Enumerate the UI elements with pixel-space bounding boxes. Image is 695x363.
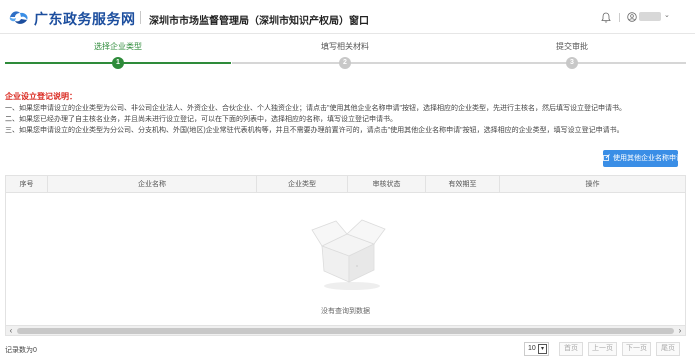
column-header-status: 审核状态 [348,176,426,193]
step-1-dot: 1 [112,57,124,69]
scroll-left-button[interactable]: ‹ [6,326,16,336]
step-progress: 选择企业类型 填写相关材料 提交审批 1 2 3 [0,35,695,73]
window-title: 深圳市市场监督管理局（深圳市知识产权局）窗口 [149,16,369,27]
prev-page-button[interactable]: 上一页 [588,342,617,356]
notice-line-2: 二、如果您已经办理了自主核名业务，并且尚未进行设立登记，可以在下面的列表中，选择… [5,116,397,123]
last-page-button[interactable]: 尾页 [656,342,680,356]
chevron-down-icon: ▾ [538,344,547,354]
step-2-dot: 2 [339,57,351,69]
edit-icon [603,154,610,161]
column-header-type: 企业类型 [257,176,348,193]
chevron-down-icon[interactable]: ⌄ [664,11,670,19]
table-header: 序号 企业名称 企业类型 审核状态 有效期至 操作 [6,176,685,193]
user-name-redacted[interactable] [639,12,661,21]
bell-icon[interactable] [601,12,611,23]
page-size-select[interactable]: 10 ▾ [524,342,549,356]
notice-title: 企业设立登记说明： [5,92,77,101]
page-size-value: 10 [528,345,536,352]
column-header-actions: 操作 [585,181,600,188]
app-header: 广东政务服务网 深圳市市场监督管理局（深圳市知识产权局）窗口 ⌄ [0,0,695,34]
empty-box-illustration [311,219,386,290]
step-2-label: 填写相关材料 [321,42,369,51]
horizontal-scrollbar[interactable]: ‹ › [6,325,685,335]
scrollbar-thumb[interactable] [17,328,674,334]
header-divider [140,11,141,24]
notice-line-3: 三、如果您申请设立的企业类型为分公司、分支机构、外国(地区)企业常驻代表机构等，… [5,127,624,134]
step-3-dot: 3 [566,57,578,69]
notice-line-1: 一、如果您申请设立的企业类型为公司、非公司企业法人、外资企业、合伙企业、个人独资… [5,105,626,112]
use-other-name-label: 使用其他企业名称申请 [613,155,683,162]
next-page-button[interactable]: 下一页 [622,342,651,356]
step-1-label: 选择企业类型 [94,42,142,51]
user-icon[interactable] [627,12,637,22]
header-separator [619,13,620,22]
column-header-name: 企业名称 [48,176,257,193]
record-count: 记录数为0 [5,347,37,354]
use-other-name-button[interactable]: 使用其他企业名称申请 [603,150,683,167]
scroll-right-button[interactable]: › [675,326,685,336]
first-page-button[interactable]: 首页 [559,342,583,356]
logo-icon [9,11,28,24]
enterprise-table: 序号 企业名称 企业类型 审核状态 有效期至 操作 没有查询到数据 ‹ › [5,175,686,336]
step-3-label: 提交审批 [556,42,588,51]
column-header-expiry: 有效期至 [426,176,500,193]
column-header-index: 序号 [6,176,48,193]
empty-state-text: 没有查询到数据 [321,308,370,315]
brand-title[interactable]: 广东政务服务网 [34,9,136,29]
